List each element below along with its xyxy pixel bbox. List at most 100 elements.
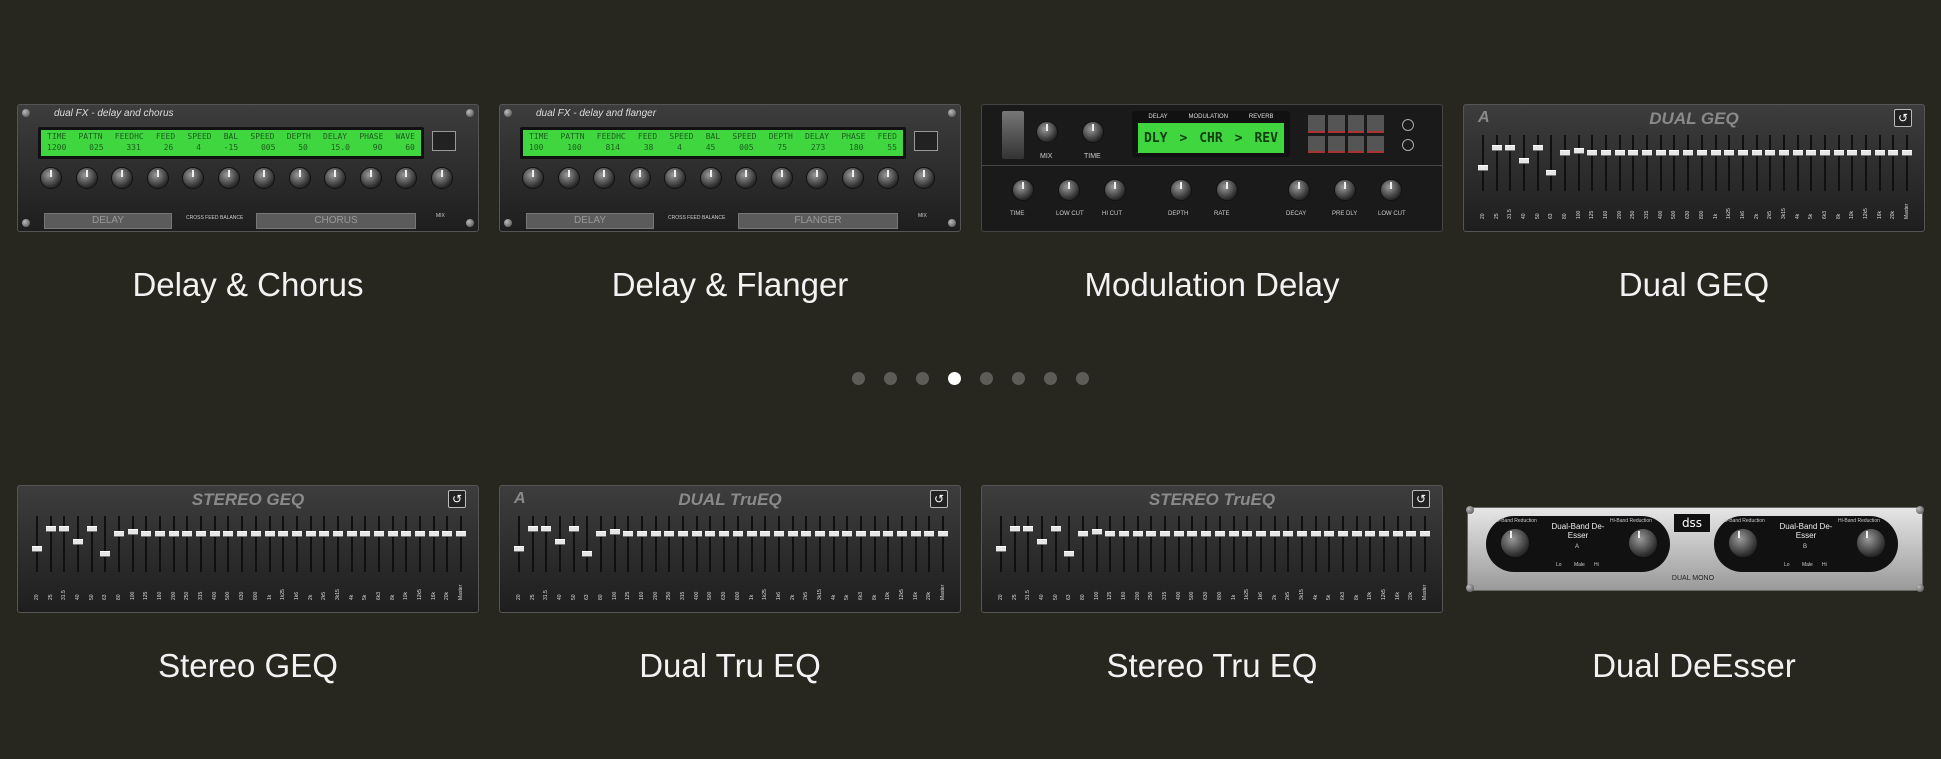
stereo-geq-thumbnail[interactable]: STEREO GEQ ↺ 20 25 31.5 40 50 63 80 100 125 160 20… — [17, 485, 479, 613]
fader-cap[interactable] — [760, 531, 771, 537]
fader-cap[interactable] — [1696, 150, 1707, 156]
fader-cap[interactable] — [828, 531, 839, 537]
eq-fader[interactable] — [691, 516, 702, 572]
eq-fader[interactable] — [1296, 516, 1307, 572]
fader-cap[interactable] — [1105, 531, 1116, 537]
fader-cap[interactable] — [250, 531, 261, 537]
eq-fader[interactable] — [59, 516, 70, 572]
eq-fader[interactable] — [1491, 135, 1502, 191]
lo-band-knob[interactable] — [1728, 528, 1758, 558]
fader-cap[interactable] — [719, 531, 730, 537]
fader-cap[interactable] — [32, 546, 42, 552]
fader-cap[interactable] — [1587, 150, 1598, 156]
fader-cap[interactable] — [814, 531, 825, 537]
switch-hi[interactable]: Hi — [1594, 562, 1599, 568]
time-knob[interactable] — [1082, 121, 1104, 143]
eq-fader[interactable] — [1283, 516, 1294, 572]
reset-icon[interactable]: ↺ — [930, 490, 948, 508]
eq-fader[interactable] — [869, 516, 880, 572]
switch-lo[interactable]: Lo — [1784, 562, 1790, 568]
eq-fader[interactable] — [250, 516, 261, 572]
knob[interactable] — [111, 167, 133, 189]
knob[interactable] — [40, 167, 62, 189]
eq-fader[interactable] — [842, 516, 853, 572]
delay-chorus-thumbnail[interactable]: dual FX - delay and chorus TIME PATTN FEED… — [17, 104, 479, 232]
fader-cap[interactable] — [387, 531, 398, 537]
fader-cap[interactable] — [319, 531, 330, 537]
fader-cap[interactable] — [1078, 531, 1089, 537]
eq-fader[interactable] — [73, 516, 84, 572]
fader-cap[interactable] — [127, 528, 138, 535]
fader-cap[interactable] — [237, 531, 248, 537]
knob[interactable] — [146, 167, 169, 189]
bottom-knob[interactable] — [1288, 179, 1310, 201]
eq-fader[interactable] — [114, 516, 125, 572]
eq-fader[interactable] — [1587, 135, 1598, 191]
fader-cap[interactable] — [568, 526, 579, 532]
fader-cap[interactable] — [1064, 551, 1075, 557]
knob[interactable] — [217, 167, 240, 189]
tile-stereo-geq[interactable]: STEREO GEQ ↺ 20 25 31.5 40 50 63 80 100 125 160 20… — [17, 485, 479, 684]
eq-fader[interactable] — [732, 516, 743, 572]
knob[interactable] — [806, 167, 828, 189]
fader-cap[interactable] — [86, 526, 97, 532]
eq-fader[interactable] — [1505, 135, 1516, 191]
knob[interactable] — [522, 167, 544, 189]
preset-button[interactable] — [1347, 135, 1365, 153]
eq-fader[interactable] — [1765, 135, 1776, 191]
eq-fader[interactable] — [373, 516, 384, 572]
fader-cap[interactable] — [691, 531, 702, 537]
fader-cap[interactable] — [910, 531, 921, 537]
eq-fader[interactable] — [278, 516, 289, 572]
fader-cap[interactable] — [360, 531, 371, 537]
bottom-knob[interactable] — [1216, 179, 1238, 201]
eq-fader[interactable] — [1132, 516, 1143, 572]
bottom-knob[interactable] — [1334, 179, 1356, 201]
eq-fader[interactable] — [1573, 135, 1584, 191]
fader-cap[interactable] — [596, 531, 607, 537]
knob[interactable] — [593, 167, 615, 189]
eq-fader[interactable] — [1874, 135, 1885, 191]
eq-fader[interactable] — [1392, 516, 1403, 572]
eq-fader[interactable] — [1751, 135, 1762, 191]
delay-flanger-thumbnail[interactable]: dual FX - delay and flanger TIME PATTN FEE… — [499, 104, 961, 232]
fader-cap[interactable] — [1792, 150, 1803, 156]
eq-fader[interactable] — [442, 516, 453, 572]
fader-cap[interactable] — [773, 531, 784, 537]
fader-cap[interactable] — [1173, 531, 1184, 537]
fader-cap[interactable] — [938, 531, 948, 537]
eq-fader[interactable] — [346, 516, 357, 572]
eq-fader[interactable] — [1324, 516, 1335, 572]
fader-cap[interactable] — [1269, 531, 1280, 537]
fader-cap[interactable] — [1642, 150, 1653, 156]
eq-fader[interactable] — [1146, 516, 1157, 572]
fader-cap[interactable] — [168, 531, 179, 537]
eq-fader[interactable] — [332, 516, 343, 572]
reset-icon[interactable]: ↺ — [1412, 490, 1430, 508]
eq-fader[interactable] — [1888, 135, 1899, 191]
eq-fader[interactable] — [1642, 135, 1653, 191]
eq-fader[interactable] — [568, 516, 579, 572]
eq-fader[interactable] — [637, 516, 648, 572]
tile-dual-deesser[interactable]: Lo-Band Reduction Hi-Band Reduction Dual… — [1463, 485, 1925, 684]
eq-fader[interactable] — [401, 516, 412, 572]
switch-male[interactable]: Male — [1802, 562, 1813, 568]
eq-fader[interactable] — [223, 516, 234, 572]
eq-fader[interactable] — [1696, 135, 1707, 191]
eq-fader[interactable] — [678, 516, 689, 572]
preset-button[interactable] — [1367, 135, 1384, 153]
eq-fader[interactable] — [1519, 135, 1530, 191]
eq-fader[interactable] — [1351, 516, 1362, 572]
fader-cap[interactable] — [1724, 150, 1735, 156]
fader-cap[interactable] — [1833, 150, 1844, 156]
fader-cap[interactable] — [442, 531, 453, 537]
fader-cap[interactable] — [1146, 531, 1157, 537]
eq-fader[interactable] — [1819, 135, 1830, 191]
fader-cap[interactable] — [182, 531, 193, 537]
knob[interactable] — [912, 167, 935, 189]
fader-cap[interactable] — [855, 531, 866, 537]
knob[interactable] — [182, 167, 204, 189]
eq-fader[interactable] — [1406, 516, 1417, 572]
eq-fader[interactable] — [45, 516, 56, 572]
page-dot[interactable] — [1012, 372, 1025, 385]
